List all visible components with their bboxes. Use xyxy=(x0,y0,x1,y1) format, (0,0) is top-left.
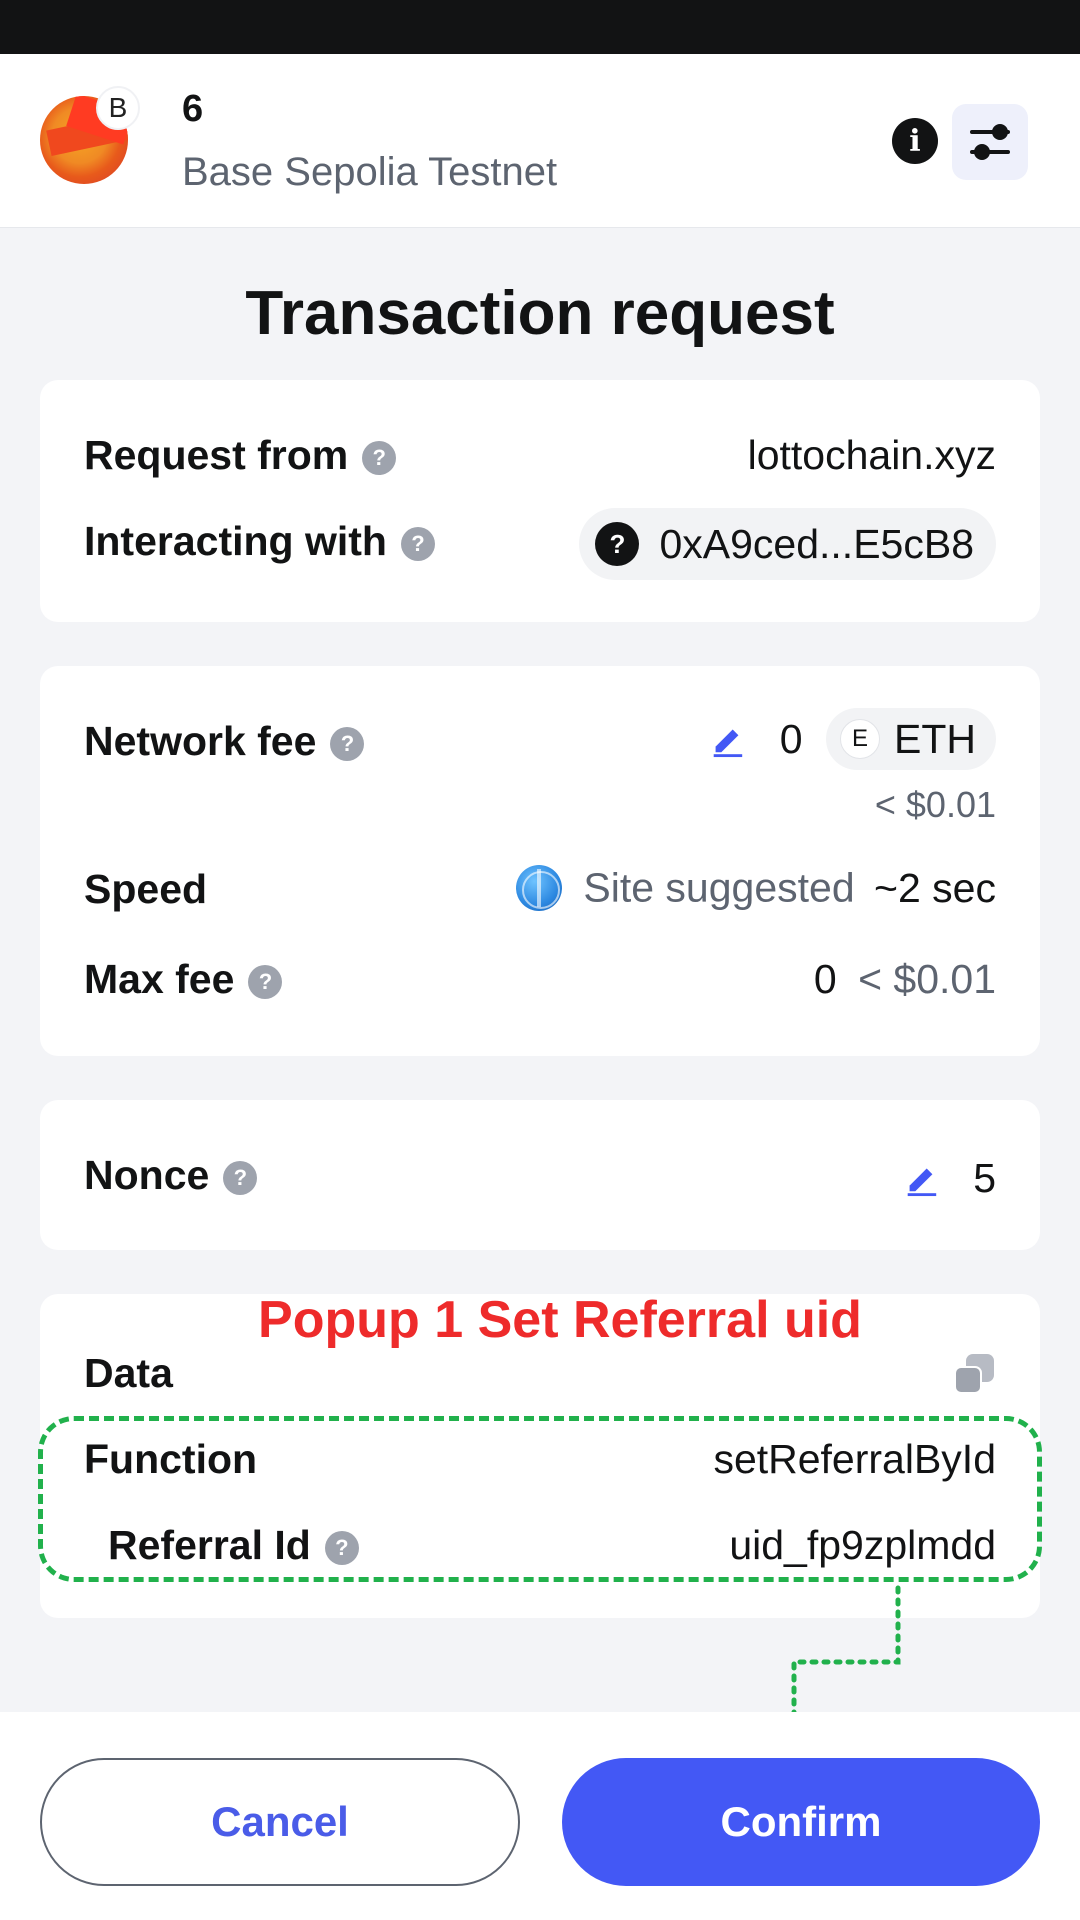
header: B 6 Base Sepolia Testnet i xyxy=(0,54,1080,228)
max-fee-row: Max fee? xyxy=(84,956,283,1003)
max-fee-label: Max fee xyxy=(84,956,235,1002)
info-icon[interactable]: i xyxy=(892,118,938,164)
copy-icon-front xyxy=(954,1366,982,1394)
help-icon[interactable]: ? xyxy=(248,965,283,1000)
interacting-with-row: Interacting with? xyxy=(84,518,435,565)
highlight-box xyxy=(38,1416,1042,1582)
unknown-contract-icon: ? xyxy=(595,522,640,566)
slider-knob-icon xyxy=(974,144,990,160)
data-label: Data xyxy=(84,1350,173,1396)
globe-icon xyxy=(515,865,562,912)
network-fee-row: Network fee? xyxy=(84,718,365,765)
eth-token-icon: E xyxy=(840,719,880,759)
request-from-label: Request from xyxy=(84,432,349,478)
request-from-row: Request from? xyxy=(84,432,397,479)
network-name: Base Sepolia Testnet xyxy=(182,150,558,194)
network-fee-value-group: 0 E ETH xyxy=(708,708,996,770)
speed-value-group: Site suggested ~2 sec xyxy=(515,862,996,912)
speed-label: Speed xyxy=(84,866,208,912)
nonce-label: Nonce xyxy=(84,1152,210,1198)
origin-card: Request from? lottochain.xyz Interacting… xyxy=(40,380,1040,622)
contract-address-pill[interactable]: ? 0xA9ced...E5cB8 xyxy=(579,508,996,580)
currency-label: ETH xyxy=(894,715,976,762)
footer: Cancel Confirm xyxy=(0,1712,1080,1920)
help-icon[interactable]: ? xyxy=(330,727,365,762)
fee-card: Network fee? 0 E ETH < $0.01 Speed Site … xyxy=(40,666,1040,1056)
network-fee-fiat: < $0.01 xyxy=(874,784,996,825)
network-fee-value: 0 xyxy=(779,715,803,762)
nonce-value-group: 5 xyxy=(902,1152,996,1202)
confirm-button[interactable]: Confirm xyxy=(562,1758,1040,1886)
copy-icon[interactable] xyxy=(954,1354,994,1394)
max-fee-value-group: 0 < $0.01 xyxy=(814,956,996,1003)
request-from-value: lottochain.xyz xyxy=(747,432,996,478)
slider-knob-icon xyxy=(992,124,1008,140)
account-name: 6 xyxy=(182,88,204,130)
speed-source: Site suggested xyxy=(583,864,855,911)
status-bar xyxy=(0,0,1080,54)
help-icon[interactable]: ? xyxy=(400,527,435,562)
page-title: Transaction request xyxy=(245,279,835,348)
network-fee-label: Network fee xyxy=(84,718,317,764)
max-fee-fiat: < $0.01 xyxy=(858,956,996,1002)
speed-time: ~2 sec xyxy=(874,864,996,911)
annotation-title: Popup 1 Set Referral uid xyxy=(258,1291,862,1349)
interacting-with-label: Interacting with xyxy=(84,518,387,564)
nonce-value: 5 xyxy=(973,1154,996,1201)
network-badge: B xyxy=(96,86,140,130)
eth-token-pill: E ETH xyxy=(826,708,996,770)
settings-sliders-button[interactable] xyxy=(952,104,1028,180)
edit-pencil-icon[interactable] xyxy=(708,720,746,758)
nonce-row: Nonce? xyxy=(84,1152,258,1199)
edit-pencil-icon[interactable] xyxy=(902,1159,940,1197)
max-fee-value: 0 xyxy=(813,956,837,1002)
help-icon[interactable]: ? xyxy=(223,1161,258,1196)
help-icon[interactable]: ? xyxy=(362,441,397,476)
nonce-card: Nonce? 5 xyxy=(40,1100,1040,1250)
contract-address: 0xA9ced...E5cB8 xyxy=(659,520,974,567)
cancel-button[interactable]: Cancel xyxy=(40,1758,520,1886)
